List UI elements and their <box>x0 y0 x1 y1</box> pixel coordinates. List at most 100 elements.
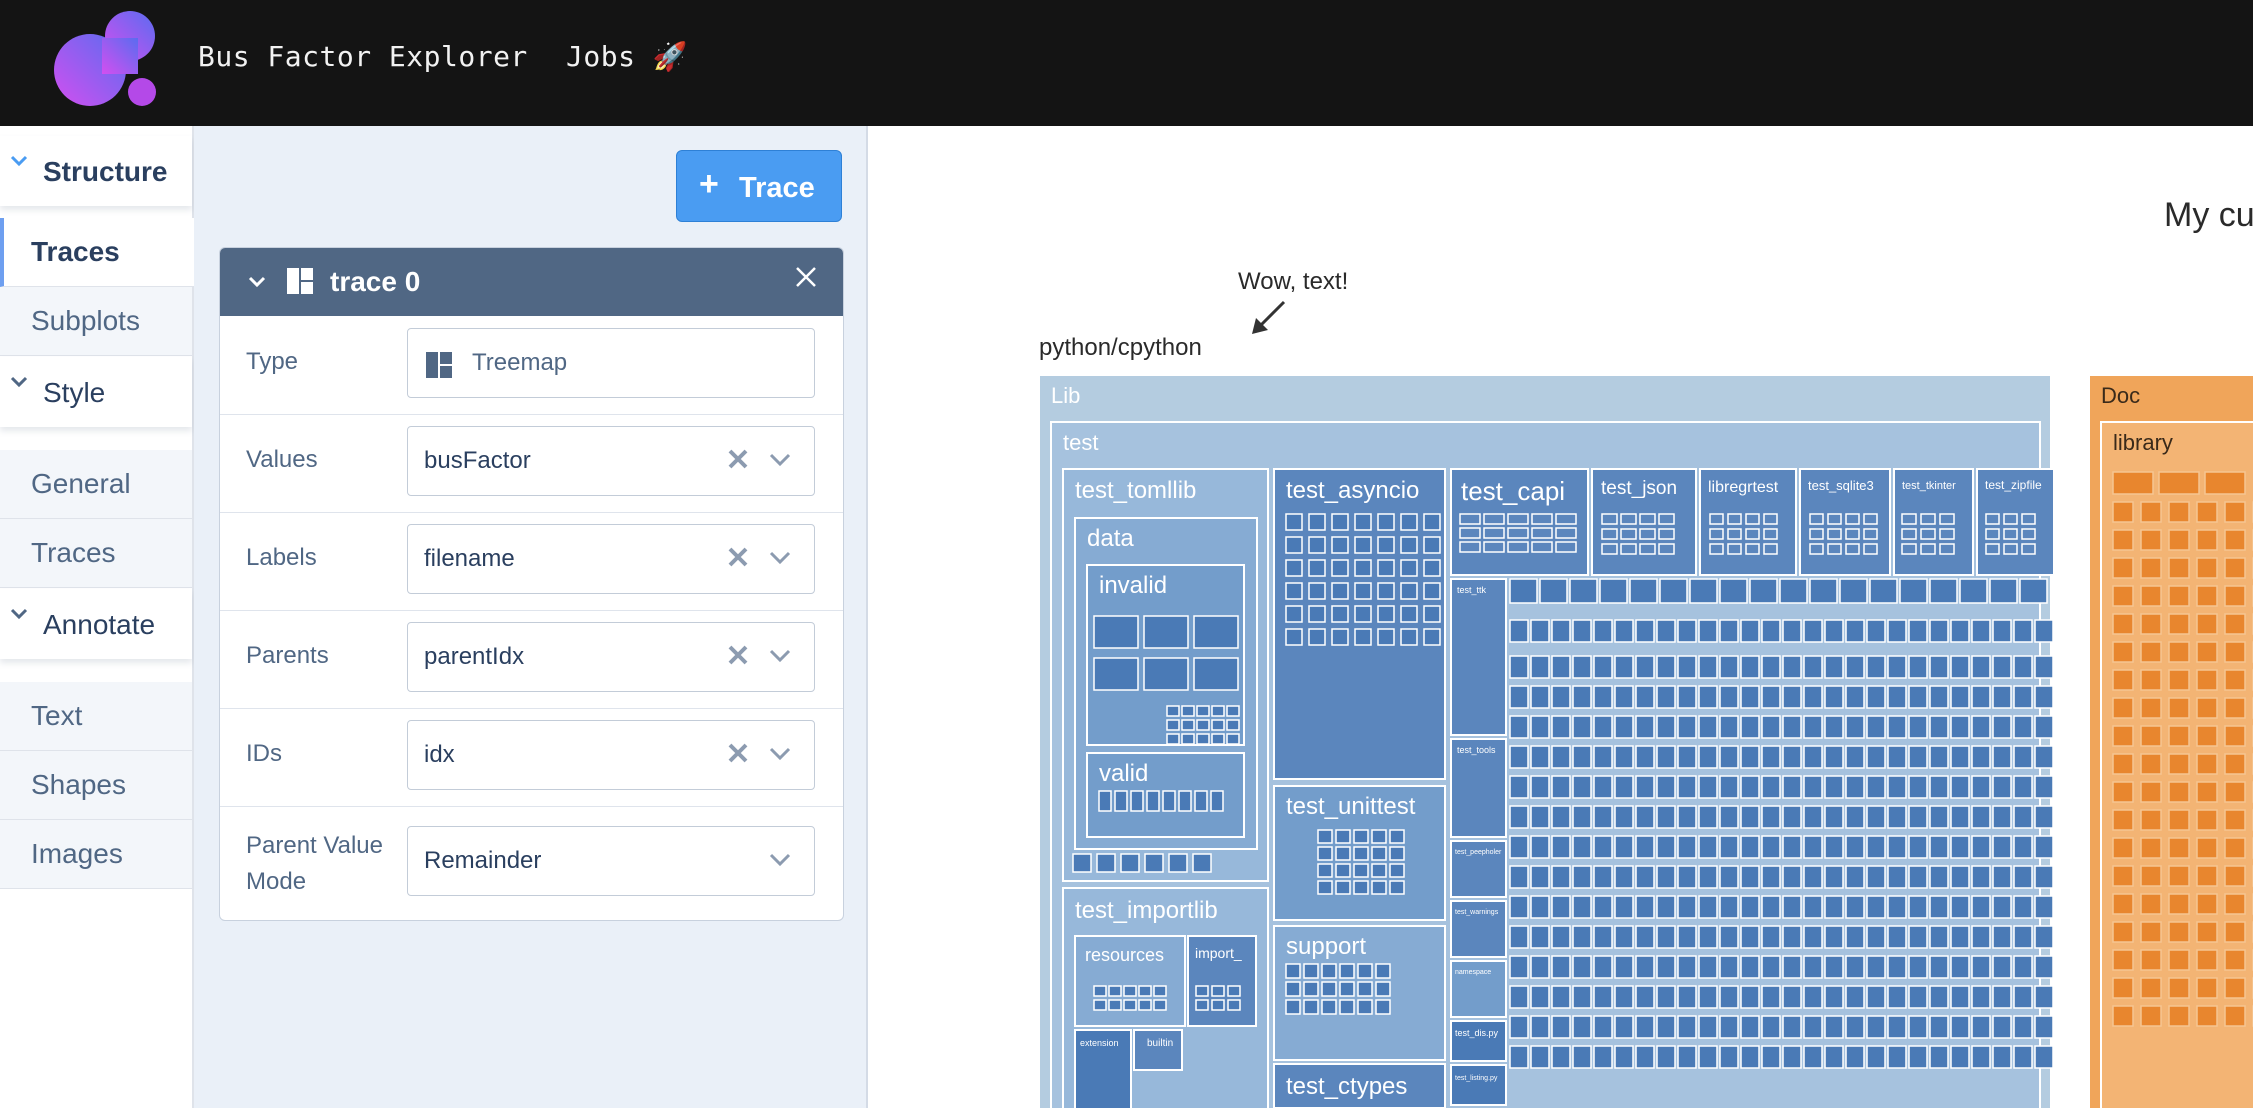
treemap-leaf[interactable] <box>1698 715 1718 739</box>
treemap-leaf[interactable] <box>2112 641 2134 663</box>
treemap-leaf[interactable] <box>1803 1045 1823 1069</box>
treemap-leaf[interactable] <box>1285 963 1301 979</box>
treemap-leaf[interactable] <box>1354 582 1372 600</box>
treemap-leaf[interactable] <box>1761 715 1781 739</box>
treemap-leaf[interactable] <box>1719 955 1739 979</box>
treemap-leaf[interactable] <box>1635 805 1655 829</box>
treemap-leaf[interactable] <box>1572 775 1592 799</box>
treemap-leaf[interactable] <box>1321 999 1337 1015</box>
treemap-leaf[interactable] <box>1727 513 1742 525</box>
treemap-leaf[interactable] <box>1572 955 1592 979</box>
treemap-leaf[interactable] <box>1509 619 1529 643</box>
treemap-leaf[interactable] <box>1887 955 1907 979</box>
treemap-leaf[interactable] <box>1803 745 1823 769</box>
treemap-leaf[interactable] <box>1950 895 1970 919</box>
treemap-leaf[interactable] <box>1614 895 1634 919</box>
treemap-leaf[interactable] <box>1824 1015 1844 1039</box>
treemap-leaf[interactable] <box>1531 541 1553 553</box>
treemap-leaf[interactable] <box>1335 863 1351 878</box>
treemap-leaf[interactable] <box>1989 578 2018 604</box>
treemap-leaf[interactable] <box>1698 835 1718 859</box>
treemap-leaf[interactable] <box>1555 513 1577 525</box>
treemap-leaf[interactable] <box>1763 543 1778 555</box>
treemap-leaf[interactable] <box>1601 543 1618 555</box>
treemap-leaf[interactable] <box>1761 1045 1781 1069</box>
treemap-leaf[interactable] <box>2013 1015 2033 1039</box>
treemap-leaf[interactable] <box>1740 715 1760 739</box>
treemap-leaf[interactable] <box>1353 880 1369 895</box>
treemap-leaf[interactable] <box>2112 781 2134 803</box>
treemap-leaf[interactable] <box>1614 619 1634 643</box>
treemap-leaf[interactable] <box>1656 1015 1676 1039</box>
treemap-leaf[interactable] <box>2224 585 2246 607</box>
labels-select[interactable]: filename <box>407 524 815 594</box>
treemap-leaf[interactable] <box>1168 853 1188 873</box>
treemap-leaf[interactable] <box>1335 880 1351 895</box>
treemap-leaf[interactable] <box>1950 619 1970 643</box>
treemap-leaf[interactable] <box>1803 895 1823 919</box>
treemap-leaf[interactable] <box>1908 805 1928 829</box>
treemap-leaf[interactable] <box>1698 925 1718 949</box>
treemap-leaf[interactable] <box>1357 999 1373 1015</box>
treemap-leaf[interactable] <box>1195 999 1209 1011</box>
treemap-leaf[interactable] <box>1803 985 1823 1009</box>
treemap-leaf[interactable] <box>1698 655 1718 679</box>
treemap-leaf[interactable] <box>1181 719 1195 731</box>
treemap-leaf[interactable] <box>1555 527 1577 539</box>
treemap-leaf[interactable] <box>1593 955 1613 979</box>
treemap-leaf[interactable] <box>1908 835 1928 859</box>
treemap-leaf[interactable] <box>1143 657 1189 691</box>
treemap-leaf[interactable] <box>1072 853 1092 873</box>
treemap-leaf[interactable] <box>2224 865 2246 887</box>
treemap-leaf[interactable] <box>2224 921 2246 943</box>
treemap-leaf[interactable] <box>2013 985 2033 1009</box>
treemap-leaf[interactable] <box>1709 543 1724 555</box>
treemap-leaf[interactable] <box>1866 835 1886 859</box>
treemap-leaf[interactable] <box>2224 557 2246 579</box>
treemap-leaf[interactable] <box>1530 745 1550 769</box>
treemap-leaf[interactable] <box>2013 805 2033 829</box>
treemap-leaf[interactable] <box>1689 578 1718 604</box>
treemap-leaf[interactable] <box>2224 781 2246 803</box>
treemap-leaf[interactable] <box>1950 955 1970 979</box>
treemap-leaf[interactable] <box>1593 619 1613 643</box>
treemap-leaf[interactable] <box>2013 655 2033 679</box>
treemap-leaf[interactable] <box>1803 925 1823 949</box>
add-trace-button[interactable]: + Trace <box>676 150 842 222</box>
treemap-leaf[interactable] <box>1593 1045 1613 1069</box>
treemap-leaf[interactable] <box>2112 585 2134 607</box>
treemap-leaf[interactable] <box>1677 775 1697 799</box>
treemap-leaf[interactable] <box>1303 963 1319 979</box>
treemap-leaf[interactable] <box>1908 865 1928 889</box>
treemap-leaf[interactable] <box>1659 578 1688 604</box>
treemap-leaf[interactable] <box>1629 578 1658 604</box>
treemap-leaf[interactable] <box>2140 725 2162 747</box>
treemap-leaf[interactable] <box>1709 528 1724 540</box>
treemap-leaf[interactable] <box>1639 528 1656 540</box>
chevron-down-icon[interactable] <box>248 275 266 289</box>
treemap-leaf[interactable] <box>1614 955 1634 979</box>
treemap-leaf[interactable] <box>1845 715 1865 739</box>
treemap-leaf[interactable] <box>1098 790 1112 812</box>
treemap-leaf[interactable] <box>1719 805 1739 829</box>
treemap-leaf[interactable] <box>1950 865 1970 889</box>
treemap-leaf[interactable] <box>1531 513 1553 525</box>
treemap-leaf[interactable] <box>1761 835 1781 859</box>
treemap-leaf[interactable] <box>1375 999 1391 1015</box>
treemap-leaf[interactable] <box>1308 605 1326 623</box>
treemap-leaf[interactable] <box>1782 1045 1802 1069</box>
treemap-leaf[interactable] <box>2112 501 2134 523</box>
treemap-leaf[interactable] <box>2168 529 2190 551</box>
treemap-leaf[interactable] <box>1992 835 2012 859</box>
values-select[interactable]: busFactor <box>407 426 815 496</box>
treemap-leaf[interactable] <box>1166 719 1180 731</box>
treemap-leaf[interactable] <box>1782 775 1802 799</box>
treemap-leaf[interactable] <box>1656 1045 1676 1069</box>
treemap-leaf[interactable] <box>1929 955 1949 979</box>
treemap-leaf[interactable] <box>1782 715 1802 739</box>
treemap-leaf[interactable] <box>1939 528 1955 540</box>
treemap-leaf[interactable] <box>1620 513 1637 525</box>
treemap-leaf[interactable] <box>1144 853 1164 873</box>
treemap-leaf[interactable] <box>1698 955 1718 979</box>
treemap-leaf[interactable] <box>2112 809 2134 831</box>
